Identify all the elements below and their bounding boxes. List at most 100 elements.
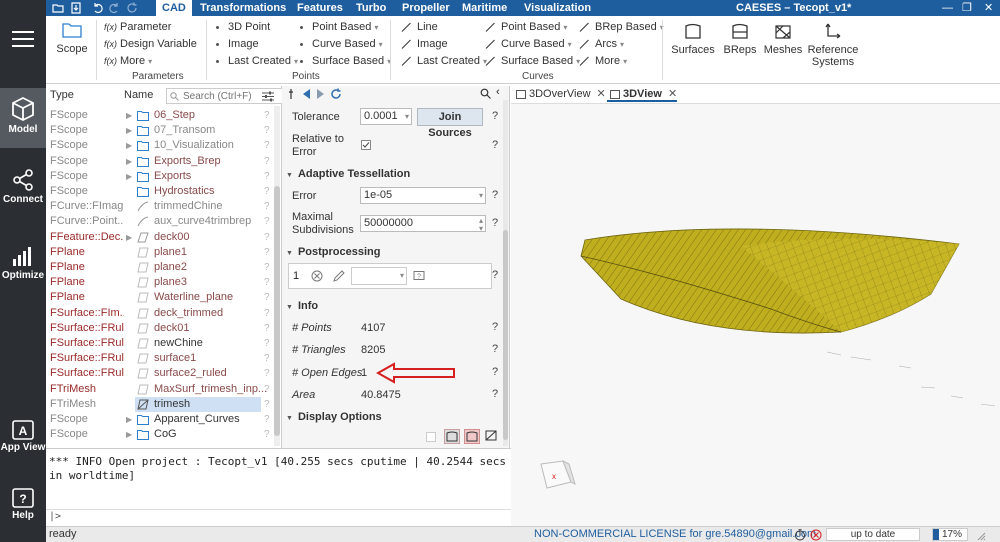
tab-maritime[interactable]: Maritime (456, 0, 513, 16)
expand-arrow-icon[interactable]: ▶ (126, 412, 132, 427)
timer-icon[interactable] (794, 529, 806, 541)
postprocessing-select[interactable]: ▾ (351, 267, 407, 285)
help-icon[interactable]: ? (492, 217, 498, 229)
surfaces-button[interactable]: Surfaces (670, 22, 716, 56)
tab-turbo[interactable]: Turbo (350, 0, 392, 16)
display-options-section[interactable]: ▼ Display Options (286, 411, 382, 423)
tree-row[interactable]: FFeature::Dec... ▶ deck00? (46, 230, 278, 245)
help-icon[interactable]: ? (264, 260, 270, 275)
postprocessing-section[interactable]: ▼ Postprocessing (286, 246, 380, 258)
help-icon[interactable]: ? (264, 199, 270, 214)
tree-row[interactable]: FPlane plane2? (46, 260, 278, 275)
maximal-subdivisions-stepper[interactable]: 50000000 ▴ ▾ (360, 215, 486, 233)
sync-icon[interactable] (330, 88, 342, 100)
help-icon[interactable]: ? (264, 169, 270, 184)
shaded-mode-button[interactable] (444, 429, 460, 444)
curve-last-created-button[interactable]: Last Created ▾ (402, 55, 487, 67)
tree-row[interactable]: FSurface::FRul... surface2_ruled? (46, 366, 278, 381)
info-box-icon[interactable]: ? (413, 270, 425, 282)
close-tab-icon[interactable]: ✕ (597, 88, 606, 100)
help-icon[interactable]: ? (264, 108, 270, 123)
parameters-more-button[interactable]: f(x) More ▾ (104, 55, 152, 67)
properties-scrollbar[interactable] (503, 100, 508, 446)
tree-name-header[interactable]: Name (124, 89, 153, 101)
help-icon[interactable]: ? (264, 336, 270, 351)
curve-image-button[interactable]: Image (402, 38, 448, 50)
expand-arrow-icon[interactable]: ▶ (126, 169, 132, 184)
3d-point-button[interactable]: 3D Point (216, 21, 270, 33)
tree-row[interactable]: FPlane plane3? (46, 275, 278, 290)
curve-curve-based-button[interactable]: Curve Based ▾ (486, 38, 572, 50)
nav-optimize[interactable]: Optimize (0, 244, 46, 290)
tree-row[interactable]: FSurface::FIm... deck_trimmed? (46, 306, 278, 321)
help-icon[interactable]: ? (264, 154, 270, 169)
nav-app-view[interactable]: A App View (0, 420, 46, 458)
expand-arrow-icon[interactable]: ▶ (126, 138, 132, 153)
view-cube-icon[interactable]: x (540, 459, 576, 489)
breps-button[interactable]: BReps (720, 22, 760, 56)
stop-icon[interactable] (810, 529, 822, 541)
help-icon[interactable]: ? (492, 366, 498, 378)
arcs-button[interactable]: Arcs ▾ (580, 38, 624, 50)
tree-type-header[interactable]: Type (50, 89, 74, 101)
tab-visualization[interactable]: Visualization (518, 0, 597, 16)
help-icon[interactable]: ? (492, 139, 498, 151)
tab-3doverview[interactable]: 3DOverView ✕ (513, 87, 606, 102)
point-curve-based-button[interactable]: Curve Based ▾ (300, 38, 383, 50)
error-field[interactable]: 1e-05 ▾ (360, 187, 486, 204)
tree-row[interactable]: FScope Hydrostatics? (46, 184, 278, 199)
help-icon[interactable]: ? (264, 397, 270, 412)
edit-pencil-icon[interactable] (333, 270, 345, 282)
nav-help[interactable]: ? Help (0, 488, 46, 526)
tree-row[interactable]: FScope ▶ Apparent_Curves? (46, 412, 278, 427)
point-image-button[interactable]: Image (216, 38, 259, 50)
save-icon[interactable] (70, 2, 82, 14)
parameter-button[interactable]: f(x) Parameter (104, 21, 171, 33)
help-icon[interactable]: ? (264, 382, 270, 397)
help-icon[interactable]: ? (264, 412, 270, 427)
tree-row[interactable]: FTriMesh trimesh? (46, 396, 278, 412)
help-icon[interactable]: ? (264, 306, 270, 321)
help-icon[interactable]: ? (264, 321, 270, 336)
tree-row[interactable]: FCurve::FImag... trimmedChine? (46, 199, 278, 214)
help-icon[interactable]: ? (264, 214, 270, 229)
help-icon[interactable]: ? (264, 275, 270, 290)
tree-row[interactable]: FSurface::FRul... newChine? (46, 336, 278, 351)
tab-3dview[interactable]: 3DView ✕ (607, 87, 678, 102)
help-icon[interactable]: ? (264, 123, 270, 138)
maximize-icon[interactable]: ❐ (962, 1, 972, 15)
point-based-button[interactable]: Point Based ▾ (300, 21, 378, 33)
tree-row[interactable]: FSurface::FRul... surface1? (46, 351, 278, 366)
curve-surface-based-button[interactable]: Surface Based ▾ (486, 55, 580, 67)
point-surface-based-button[interactable]: Surface Based▾ (300, 55, 391, 67)
expand-arrow-icon[interactable]: ▶ (126, 108, 132, 123)
help-icon[interactable]: ? (492, 388, 498, 400)
line-button[interactable]: Line (402, 21, 438, 33)
expand-arrow-icon[interactable]: ▶ (126, 123, 132, 138)
help-icon[interactable]: ? (492, 343, 498, 355)
minimize-icon[interactable]: — (942, 1, 953, 15)
design-variable-button[interactable]: f(x) Design Variable (104, 38, 197, 50)
relative-to-error-checkbox[interactable] (361, 140, 371, 150)
meshes-button[interactable]: Meshes (762, 22, 804, 56)
3d-viewport[interactable]: 3DOverView ✕ 3DView ✕ x (511, 86, 1000, 526)
help-icon[interactable]: ? (492, 321, 498, 333)
tab-cad[interactable]: CAD (156, 0, 192, 16)
tree-row[interactable]: FPlane Waterline_plane? (46, 290, 278, 305)
expand-arrow-icon[interactable]: ▶ (126, 427, 132, 442)
help-icon[interactable]: ? (264, 184, 270, 199)
tree-row[interactable]: FScope ▶ 10_Visualization? (46, 138, 278, 153)
remove-icon[interactable] (311, 270, 323, 282)
tree-row[interactable]: FSurface::FRul... deck01? (46, 321, 278, 336)
nav-connect[interactable]: Connect (0, 168, 46, 214)
info-section[interactable]: ▼ Info (286, 300, 318, 312)
tree-row[interactable]: FScope ▶ 06_Step? (46, 108, 278, 123)
expand-arrow-icon[interactable]: ▶ (126, 230, 132, 245)
wireframe-mode-button[interactable] (464, 429, 480, 444)
tab-transformations[interactable]: Transformations (194, 0, 292, 16)
help-icon[interactable]: ? (264, 366, 270, 381)
curve-point-based-button[interactable]: Point Based ▾ (486, 21, 567, 33)
tree-row[interactable]: FScope ▶ Exports? (46, 169, 278, 184)
undo-icon[interactable] (92, 2, 104, 14)
scope-button[interactable]: Scope (54, 22, 90, 64)
